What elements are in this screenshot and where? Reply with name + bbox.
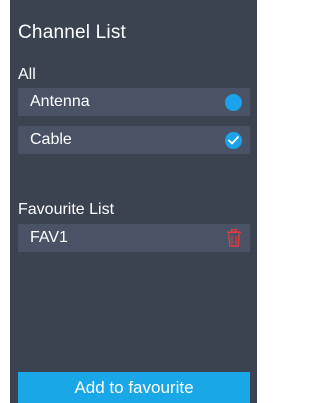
favourite-row-fav1[interactable]: FAV1 xyxy=(18,224,250,252)
channel-row-cable[interactable]: Cable xyxy=(18,126,250,154)
channel-row-antenna[interactable]: Antenna xyxy=(18,88,250,116)
trash-icon[interactable] xyxy=(224,228,244,248)
check-circle-icon[interactable] xyxy=(225,131,242,149)
section-label-favourite: Favourite List xyxy=(18,201,115,218)
panel-title: Channel List xyxy=(18,22,127,43)
check-mark-icon xyxy=(228,135,239,144)
channel-label: Cable xyxy=(30,131,72,148)
section-label-all: All xyxy=(18,66,36,83)
radio-filled-icon[interactable] xyxy=(225,93,242,111)
add-to-favourite-button[interactable]: Add to favourite xyxy=(18,372,250,403)
favourite-label: FAV1 xyxy=(30,229,68,246)
channel-label: Antenna xyxy=(30,93,90,110)
channel-list-panel: Channel List All Antenna Cable Favourite… xyxy=(10,0,257,403)
